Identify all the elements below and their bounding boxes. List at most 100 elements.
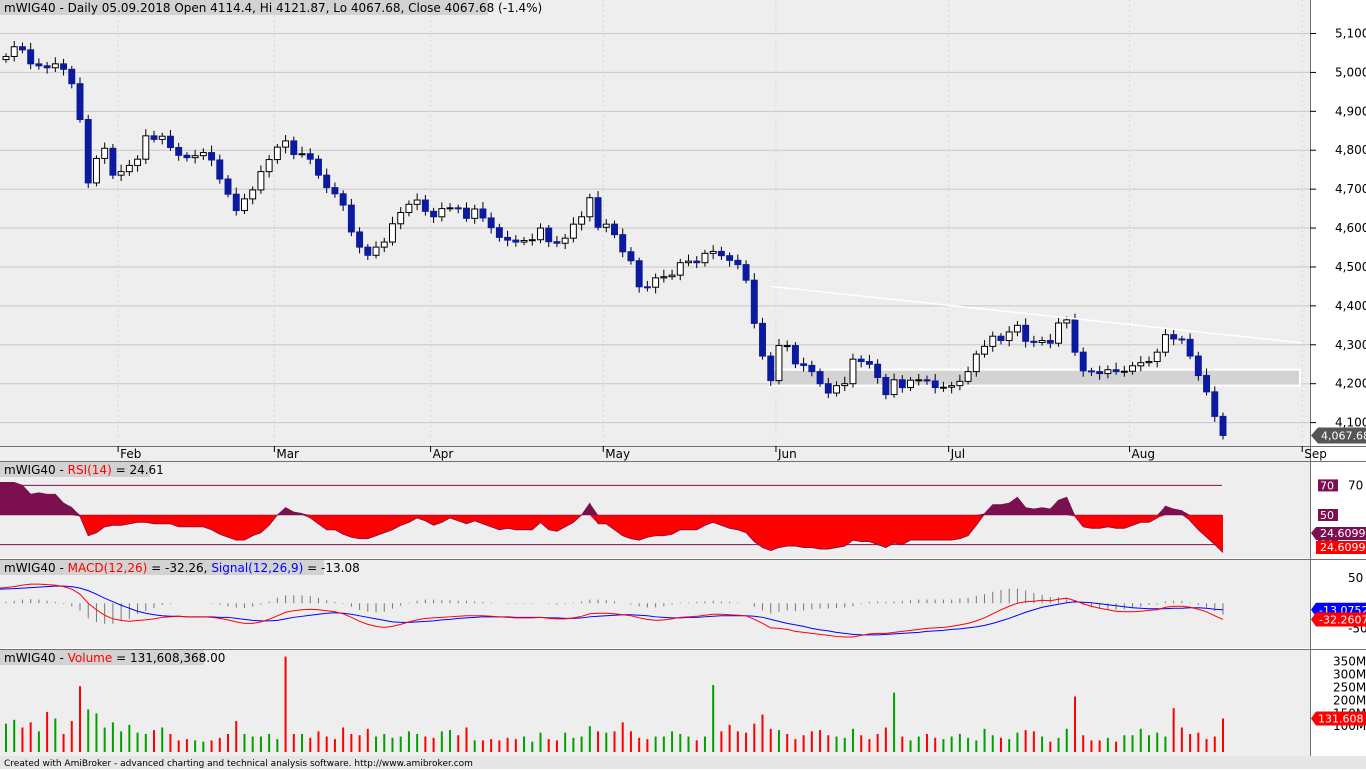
candle-up bbox=[249, 189, 257, 200]
candle-up bbox=[413, 199, 421, 205]
candle-up bbox=[783, 345, 791, 348]
candle-down bbox=[430, 210, 438, 218]
candle-down bbox=[224, 178, 232, 195]
candle-down bbox=[1194, 355, 1202, 377]
candle-down bbox=[816, 371, 824, 385]
rsi-header-value: = 24.61 bbox=[112, 463, 164, 477]
candle-up bbox=[1120, 370, 1128, 373]
rsi-panel[interactable] bbox=[0, 462, 1310, 558]
price-tick-label: 4,200 bbox=[1335, 377, 1366, 391]
candle-up bbox=[273, 146, 281, 161]
candle-up bbox=[438, 208, 446, 218]
candle-down bbox=[643, 286, 651, 289]
candle-down bbox=[68, 68, 76, 85]
candle-up bbox=[199, 152, 207, 157]
candle-up bbox=[1055, 322, 1063, 344]
rsi-value-label-red: 24.6099 bbox=[1320, 541, 1366, 554]
candle-down bbox=[800, 363, 808, 366]
candle-up bbox=[537, 227, 544, 241]
candle-up bbox=[1129, 365, 1137, 372]
candle-up bbox=[51, 63, 59, 69]
candle-down bbox=[232, 193, 240, 212]
candle-up bbox=[561, 237, 569, 244]
candle-up bbox=[981, 345, 988, 355]
rsi-value-label: 24.6099 bbox=[1320, 527, 1366, 540]
candle-down bbox=[594, 197, 602, 228]
month-label: Jul bbox=[950, 447, 965, 461]
candle-up bbox=[117, 171, 125, 176]
month-label: Jun bbox=[777, 447, 797, 461]
candle-up bbox=[1145, 361, 1153, 364]
candle-down bbox=[545, 227, 553, 243]
candle-down bbox=[1170, 334, 1178, 340]
candle-down bbox=[43, 65, 51, 69]
candle-down bbox=[364, 246, 372, 256]
signal-header-label: Signal(12,26,9) bbox=[211, 561, 303, 575]
candle-down bbox=[512, 239, 520, 243]
candle-down bbox=[726, 255, 734, 261]
candle-up bbox=[257, 171, 265, 191]
volume-axis-label: 200M bbox=[1333, 693, 1366, 707]
candle-up bbox=[915, 379, 923, 382]
rsi-header-name: mWIG40 - bbox=[4, 463, 68, 477]
candle-up bbox=[405, 203, 413, 213]
macd-header-value: = -32.26, bbox=[147, 561, 211, 575]
candle-down bbox=[767, 355, 775, 382]
candle-up bbox=[282, 140, 290, 148]
price-tick-label: 4,300 bbox=[1335, 338, 1366, 352]
candle-down bbox=[347, 204, 355, 233]
price-tick-label: 5,000 bbox=[1335, 65, 1366, 79]
candle-down bbox=[208, 152, 216, 161]
candle-up bbox=[389, 223, 396, 243]
rsi-header-label: RSI(14) bbox=[68, 463, 112, 477]
candle-down bbox=[611, 223, 618, 236]
candle-up bbox=[134, 158, 142, 166]
candle-down bbox=[553, 241, 561, 244]
candle-down bbox=[1030, 340, 1038, 343]
candle-up bbox=[1005, 331, 1013, 342]
candle-down bbox=[109, 147, 117, 176]
candle-down bbox=[166, 135, 174, 149]
volume-axis-label: 350M bbox=[1333, 655, 1366, 669]
candle-up bbox=[841, 383, 849, 387]
candle-down bbox=[290, 140, 298, 156]
candle-up bbox=[1013, 324, 1021, 333]
candle-down bbox=[35, 63, 43, 67]
month-label: Aug bbox=[1132, 447, 1155, 461]
month-label: May bbox=[605, 447, 630, 461]
candle-up bbox=[397, 211, 405, 225]
candle-up bbox=[701, 252, 709, 264]
candle-up bbox=[668, 274, 676, 278]
candle-down bbox=[76, 83, 84, 120]
candle-up bbox=[158, 135, 166, 140]
candle-down bbox=[315, 158, 322, 176]
price-tick-label: 4,600 bbox=[1335, 221, 1366, 235]
month-label: Mar bbox=[276, 447, 299, 461]
candle-down bbox=[1079, 351, 1087, 372]
candle-up bbox=[685, 260, 692, 264]
volume-header-value: = 131,608,368.00 bbox=[112, 651, 225, 665]
candle-up bbox=[964, 371, 972, 382]
macd-value-label: -32.2607 bbox=[1319, 613, 1366, 626]
candle-down bbox=[635, 260, 643, 288]
month-label: Apr bbox=[433, 447, 454, 461]
candle-up bbox=[569, 223, 577, 239]
footer-text: Created with AmiBroker - advanced charti… bbox=[4, 759, 473, 769]
candle-down bbox=[216, 159, 224, 180]
rsi-header: mWIG40 - RSI(14) = 24.61 bbox=[4, 463, 164, 477]
candle-down bbox=[882, 376, 890, 396]
support-zone bbox=[769, 368, 1301, 387]
price-tick-label: 4,800 bbox=[1335, 143, 1366, 157]
candle-up bbox=[578, 216, 586, 225]
candle-up bbox=[446, 207, 454, 210]
candle-up bbox=[471, 208, 479, 219]
candle-down bbox=[742, 264, 750, 281]
candle-down bbox=[487, 217, 495, 229]
candle-up bbox=[125, 164, 133, 173]
month-label: Sep bbox=[1304, 447, 1327, 461]
candle-down bbox=[717, 250, 725, 257]
candle-down bbox=[759, 322, 766, 357]
candle-up bbox=[1104, 369, 1112, 375]
candle-down bbox=[1112, 369, 1120, 373]
candle-down bbox=[323, 174, 331, 189]
